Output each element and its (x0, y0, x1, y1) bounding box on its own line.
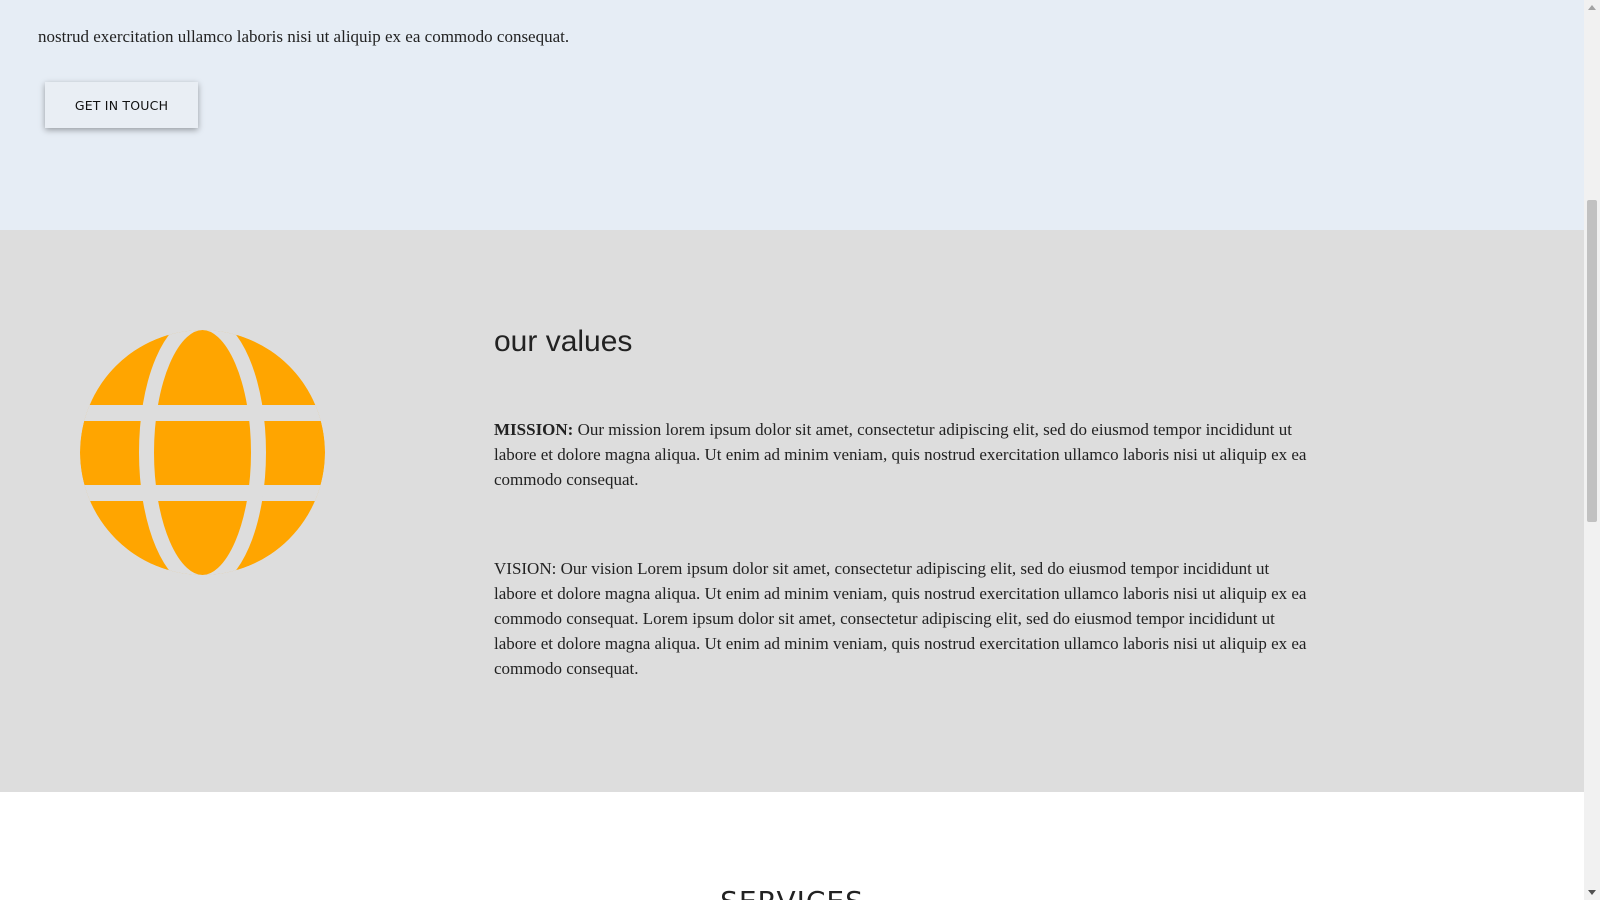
values-title: our values (494, 325, 633, 358)
mission-text: Our mission lorem ipsum dolor sit amet, … (494, 420, 1307, 489)
scrollbar-thumb[interactable] (1587, 200, 1597, 522)
services-title: SERVICES (0, 885, 1584, 900)
hero-text: nostrud exercitation ullamco laboris nis… (38, 27, 570, 46)
globe-icon (80, 330, 325, 575)
values-section: our values MISSION: Our mission lorem ip… (0, 230, 1584, 792)
mission-paragraph: MISSION: Our mission lorem ipsum dolor s… (494, 417, 1314, 492)
page: nostrud exercitation ullamco laboris nis… (0, 0, 1584, 900)
vision-paragraph: VISION: Our vision Lorem ipsum dolor sit… (494, 559, 1307, 678)
vertical-scrollbar[interactable] (1584, 0, 1600, 900)
hero-section: nostrud exercitation ullamco laboris nis… (0, 0, 1584, 230)
mission-label: MISSION: (494, 420, 574, 439)
scroll-down-arrow-icon[interactable] (1588, 890, 1596, 895)
get-in-touch-button[interactable]: GET IN TOUCH (45, 82, 198, 128)
scroll-up-arrow-icon[interactable] (1588, 5, 1596, 10)
services-section: SERVICES (0, 792, 1584, 900)
